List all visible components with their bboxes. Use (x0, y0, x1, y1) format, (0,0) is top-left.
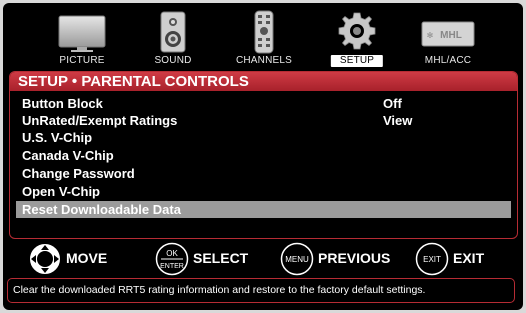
help-text: Clear the downloaded RRT5 rating informa… (7, 278, 515, 303)
menu-tab-bar: PICTURE SOUND CHANNELS SETUP MHL ✻ MHL/A… (3, 3, 523, 71)
tab-setup[interactable]: SETUP (322, 3, 392, 71)
dpad-icon (29, 243, 61, 275)
svg-text:ENTER: ENTER (160, 263, 184, 270)
menu-item-reset-downloadable-data[interactable]: Reset Downloadable Data (16, 201, 511, 218)
speaker-icon (160, 11, 186, 53)
exit-label: EXIT (453, 250, 485, 266)
tab-label: SETUP (330, 55, 384, 67)
tv-menu-screen: PICTURE SOUND CHANNELS SETUP MHL ✻ MHL/A… (3, 3, 523, 310)
tab-mhl-acc[interactable]: MHL ✻ MHL/ACC (413, 3, 483, 71)
tab-label: PICTURE (59, 55, 105, 66)
menu-item-button-block[interactable]: Button Block Off (16, 95, 511, 112)
svg-text:MENU: MENU (285, 255, 309, 264)
parental-controls-panel: SETUP • PARENTAL CONTROLS Button Block O… (9, 71, 518, 239)
svg-text:✻: ✻ (427, 31, 434, 40)
menu-item-value: Off (383, 96, 402, 111)
tab-picture[interactable]: PICTURE (47, 3, 117, 71)
menu-item-us-v-chip[interactable]: U.S. V-Chip (16, 129, 511, 146)
tv-icon (58, 15, 106, 52)
menu-item-label: Canada V-Chip (22, 148, 114, 163)
tab-channels[interactable]: CHANNELS (229, 3, 299, 71)
menu-item-canada-v-chip[interactable]: Canada V-Chip (16, 147, 511, 164)
panel-title: SETUP • PARENTAL CONTROLS (10, 72, 517, 91)
exit-button-icon: EXIT (415, 242, 449, 276)
tab-label: SOUND (154, 55, 192, 66)
svg-text:EXIT: EXIT (423, 255, 441, 264)
select-label: SELECT (193, 250, 249, 266)
menu-item-label: Reset Downloadable Data (22, 202, 181, 217)
previous-label: PREVIOUS (318, 250, 391, 266)
tab-label: CHANNELS (235, 55, 293, 66)
mhl-logo-icon: MHL ✻ (421, 21, 475, 47)
menu-item-label: Change Password (22, 166, 135, 181)
gear-icon (338, 12, 376, 50)
move-label: MOVE (66, 250, 108, 266)
tab-sound[interactable]: SOUND (138, 3, 208, 71)
menu-item-change-password[interactable]: Change Password (16, 165, 511, 182)
svg-text:MHL: MHL (440, 30, 462, 41)
menu-item-label: Open V-Chip (22, 184, 100, 199)
ok-enter-button-icon: OK ENTER (155, 242, 189, 276)
menu-item-label: UnRated/Exempt Ratings (22, 113, 178, 128)
menu-item-value: View (383, 113, 413, 128)
tab-label: MHL/ACC (424, 55, 472, 66)
menu-item-open-v-chip[interactable]: Open V-Chip (16, 183, 511, 200)
menu-item-label: Button Block (22, 96, 103, 111)
menu-button-icon: MENU (280, 242, 314, 276)
remote-icon (254, 10, 274, 54)
menu-item-label: U.S. V-Chip (22, 130, 93, 145)
navigation-hints: MOVE OK ENTER SELECT MENU PREVIOUS EXIT … (3, 241, 523, 277)
menu-item-unrated-exempt-ratings[interactable]: UnRated/Exempt Ratings View (16, 112, 511, 129)
svg-text:OK: OK (166, 249, 178, 258)
